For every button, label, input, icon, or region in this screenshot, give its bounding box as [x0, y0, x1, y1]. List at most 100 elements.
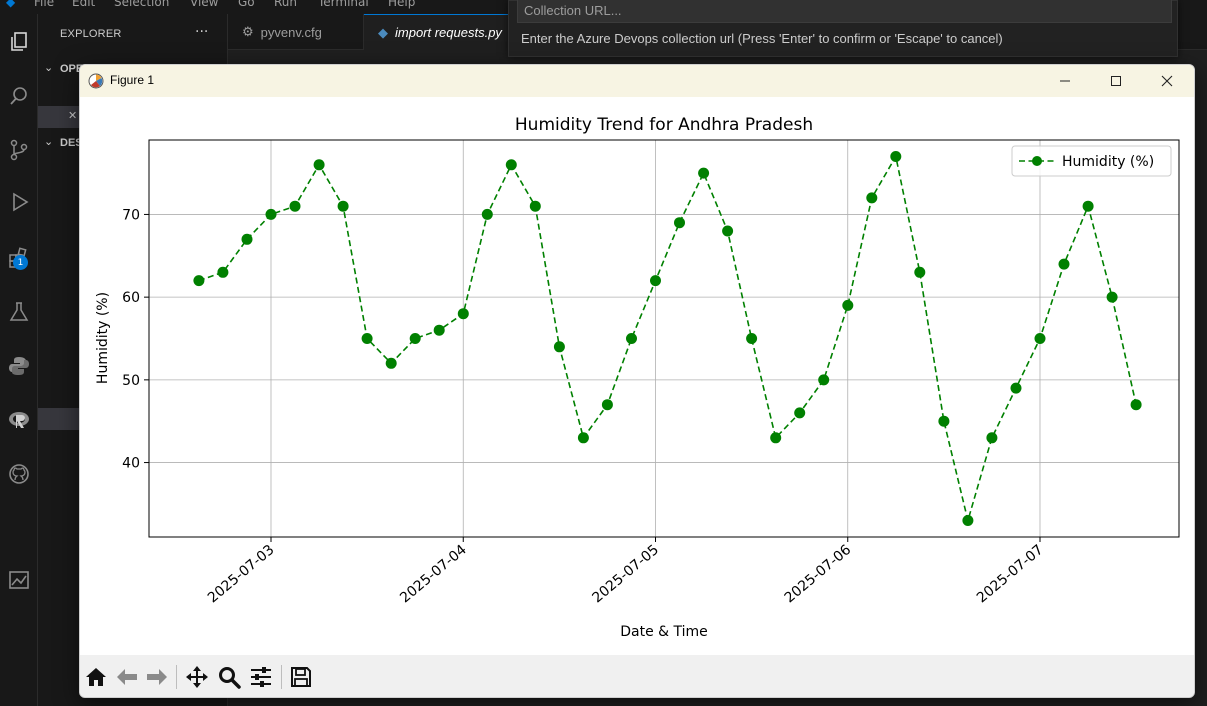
y-tick-label: 60	[122, 290, 140, 306]
figure-window: Figure 1 40 50 60 70 2025-07-03 2025-07-04 20…	[79, 64, 1195, 698]
data-point	[770, 432, 782, 444]
menu-file[interactable]: File	[34, 0, 54, 9]
extensions-badge: 1	[13, 255, 28, 270]
data-point	[481, 208, 493, 220]
r-language-icon[interactable]	[0, 400, 38, 440]
data-point	[986, 432, 998, 444]
floppy-disk-icon	[291, 667, 311, 687]
data-point	[265, 208, 277, 220]
data-point	[1034, 333, 1046, 344]
data-point	[217, 266, 229, 278]
explorer-title: EXPLORER	[60, 28, 122, 40]
data-point	[722, 225, 734, 237]
tab-label: pyvenv.cfg	[260, 24, 322, 40]
minimize-icon	[1060, 80, 1070, 82]
maximize-icon	[1111, 76, 1121, 86]
data-point	[818, 374, 830, 386]
save-figure-button[interactable]	[287, 663, 315, 691]
arrow-right-icon	[147, 669, 167, 685]
back-button[interactable]	[113, 663, 141, 691]
x-tick-label: 2025-07-05	[589, 542, 662, 607]
humidity-chart: 40506070 2025-07-03 2025-07-04 2025-07-05 2…	[95, 115, 1180, 640]
source-control-icon[interactable]	[0, 130, 38, 170]
pan-move-icon	[186, 666, 208, 688]
data-point	[529, 200, 541, 212]
data-point	[553, 341, 565, 353]
data-point	[866, 192, 878, 204]
menu-run[interactable]: Run	[274, 0, 297, 9]
plot-area-frame	[148, 139, 1180, 538]
figure-toolbar	[80, 655, 1194, 697]
forward-button[interactable]	[143, 663, 171, 691]
python-file-icon: ◆	[378, 24, 388, 40]
collection-url-input[interactable]	[517, 0, 1172, 23]
data-point	[842, 299, 854, 311]
more-actions-icon[interactable]: ···	[195, 24, 208, 40]
data-point	[577, 432, 589, 444]
figure-title: Figure 1	[110, 73, 155, 87]
menu-edit[interactable]: Edit	[72, 0, 95, 9]
tab-pyvenv-cfg[interactable]: ⚙ pyvenv.cfg	[228, 14, 364, 50]
python-icon[interactable]	[0, 346, 38, 386]
data-point	[457, 308, 469, 320]
data-point	[505, 159, 517, 171]
x-tick-label: 2025-07-07	[974, 542, 1047, 607]
sliders-icon	[251, 667, 271, 687]
pan-button[interactable]	[183, 663, 211, 691]
legend-label: Humidity (%)	[1062, 154, 1154, 170]
desktop: ◆ File Edit Selection View Go Run Termin…	[0, 0, 1207, 706]
data-point	[1058, 258, 1070, 270]
close-icon	[1161, 75, 1173, 87]
data-point	[241, 233, 253, 245]
close-icon[interactable]: ✕	[68, 109, 77, 122]
y-axis: 40 50 60 70	[122, 207, 149, 472]
figure-titlebar[interactable]: Figure 1	[80, 65, 1194, 97]
run-debug-icon[interactable]	[0, 182, 38, 222]
data-point	[337, 200, 349, 212]
chevron-down-icon: ⌄	[44, 136, 54, 148]
data-point	[1010, 382, 1022, 394]
github-icon[interactable]	[0, 454, 38, 494]
extensions-icon[interactable]: 1	[0, 238, 38, 278]
explorer-icon[interactable]	[0, 22, 38, 62]
minimize-button[interactable]	[1042, 65, 1088, 97]
menu-view[interactable]: View	[190, 0, 218, 9]
x-tick-label: 2025-07-06	[782, 542, 855, 607]
data-point	[1106, 291, 1118, 303]
data-point	[626, 333, 637, 344]
series-line-humidity	[198, 154, 1137, 524]
data-point	[698, 167, 710, 179]
data-point	[794, 407, 806, 419]
data-point	[433, 324, 445, 336]
zoom-button[interactable]	[215, 663, 243, 691]
data-point	[313, 159, 325, 171]
chart-preview-icon[interactable]	[0, 560, 38, 600]
legend: Humidity (%)	[1011, 145, 1172, 177]
data-point	[746, 333, 758, 344]
menu-selection[interactable]: Selection	[114, 0, 169, 9]
quick-input-widget: Enter the Azure Devops collection url (P…	[508, 0, 1178, 57]
testing-icon[interactable]	[0, 292, 38, 332]
menu-help[interactable]: Help	[388, 0, 415, 9]
matplotlib-app-icon	[88, 73, 104, 89]
x-axis: 2025-07-03 2025-07-04 2025-07-05 2025-07-06…	[205, 537, 1047, 606]
configure-subplots-button[interactable]	[247, 663, 275, 691]
data-point	[962, 515, 974, 526]
data-point	[914, 266, 926, 278]
menu-go[interactable]: Go	[238, 0, 255, 9]
data-points	[193, 151, 1142, 526]
menu-terminal[interactable]: Terminal	[318, 0, 369, 9]
x-tick-label: 2025-07-03	[205, 542, 278, 607]
data-point	[1130, 399, 1142, 411]
data-point	[361, 333, 373, 344]
x-axis-label: Date & Time	[620, 624, 708, 640]
quick-input-message: Enter the Azure Devops collection url (P…	[521, 31, 1003, 46]
y-tick-label: 70	[122, 207, 140, 223]
close-button[interactable]	[1144, 65, 1190, 97]
home-button[interactable]	[82, 663, 110, 691]
zoom-magnifier-icon	[219, 667, 241, 689]
figure-canvas[interactable]: 40 50 60 70 2025-07-03 2025-07-04 2025-07-05 2…	[80, 97, 1194, 655]
arrow-left-icon	[117, 669, 137, 685]
search-icon[interactable]	[0, 76, 38, 116]
maximize-button[interactable]	[1093, 65, 1139, 97]
